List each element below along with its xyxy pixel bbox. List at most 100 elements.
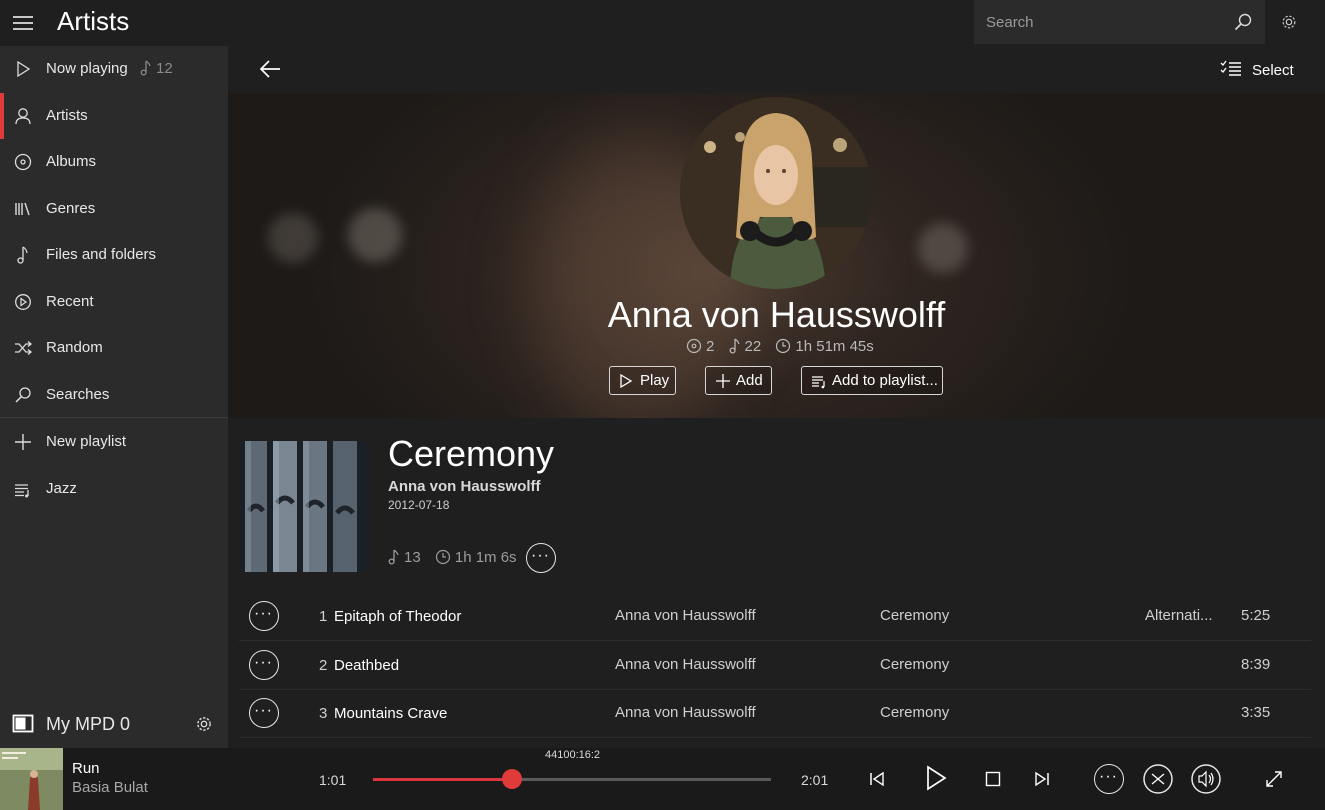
track-number: 2 — [319, 657, 328, 674]
album-duration: 1h 1m 6s — [435, 549, 517, 566]
music-note-icon — [13, 245, 33, 265]
add-to-playlist-button[interactable]: Add to playlist... — [801, 366, 943, 395]
play-icon — [620, 373, 633, 389]
album-title: Ceremony — [388, 433, 555, 474]
sidebar-item-albums[interactable]: Albums — [0, 139, 228, 185]
sidebar-item-genres[interactable]: Genres — [0, 186, 228, 232]
album-artist[interactable]: Anna von Hausswolff — [388, 478, 541, 495]
stop-button[interactable] — [985, 771, 1001, 787]
now-playing-count: 12 — [140, 60, 173, 77]
select-label: Select — [1252, 62, 1294, 79]
sidebar-item-label: Genres — [46, 200, 96, 217]
playback-mode-button[interactable] — [1143, 764, 1173, 794]
library-icon — [13, 199, 33, 219]
track-duration: 3:35 — [1241, 704, 1271, 721]
sidebar-item-label: Artists — [46, 107, 88, 124]
settings-gear-icon[interactable] — [1280, 13, 1298, 31]
track-name: Deathbed — [334, 657, 400, 674]
sidebar-item-random[interactable]: Random — [0, 325, 228, 371]
sidebar-item-artists[interactable]: Artists — [0, 93, 228, 139]
checklist-icon — [1220, 60, 1241, 76]
clock-icon — [435, 549, 450, 565]
album-track-count: 13 — [388, 549, 421, 566]
music-note-icon — [729, 338, 740, 354]
track-album: Ceremony — [880, 704, 950, 721]
track-count: 22 — [729, 338, 761, 355]
player-more-button[interactable] — [1094, 764, 1124, 794]
shuffle-icon — [13, 338, 33, 358]
album-count: 2 — [686, 338, 714, 355]
search-box[interactable] — [974, 0, 1265, 44]
track-name: Mountains Crave — [334, 705, 448, 722]
seek-handle[interactable] — [502, 769, 523, 789]
next-button[interactable] — [1034, 770, 1050, 788]
server-row[interactable]: My MPD 0 — [0, 700, 228, 748]
sidebar-item-now-playing[interactable]: Now playing 12 — [0, 46, 228, 92]
bokeh-light — [348, 208, 402, 262]
artist-hero: Anna von Hausswolff 2 22 1h 51m 45s Play… — [228, 93, 1325, 418]
total-time: 2:01 — [801, 772, 829, 788]
bokeh-light — [268, 213, 318, 263]
track-artist: Anna von Hausswolff — [615, 704, 756, 721]
sidebar: Now playing 12 Artists Albums Genres Fil… — [0, 46, 228, 700]
seek-bar[interactable] — [373, 769, 771, 789]
now-playing-album-art[interactable] — [0, 748, 63, 810]
crossfade-icon — [1143, 764, 1173, 794]
audio-format: 44100:16:2 — [545, 749, 601, 761]
sidebar-item-files-and-folders[interactable]: Files and folders — [0, 232, 228, 278]
now-playing-title: Run — [72, 760, 100, 777]
sidebar-item-label: Recent — [46, 293, 94, 310]
recent-icon — [13, 292, 33, 312]
track-more-button[interactable] — [249, 698, 279, 728]
player-bar: Run Basia Bulat 44100:16:2 1:01 2:01 — [0, 748, 1325, 810]
track-artist: Anna von Hausswolff — [615, 656, 756, 673]
back-arrow-icon[interactable] — [258, 58, 282, 80]
play-outline-icon — [13, 59, 33, 79]
sidebar-item-new-playlist[interactable]: New playlist — [0, 419, 228, 465]
sidebar-item-label: Searches — [46, 386, 110, 403]
artist-avatar — [680, 97, 872, 289]
search-input[interactable] — [974, 0, 1224, 44]
search-icon[interactable] — [1233, 12, 1253, 32]
top-bar: Artists — [0, 0, 1325, 46]
sidebar-item-jazz[interactable]: Jazz — [0, 466, 228, 512]
plus-icon — [716, 374, 730, 388]
main-content: Select Anna von Hausswolff 2 22 1h 51m 4… — [228, 46, 1325, 748]
album-stats: 13 1h 1m 6s — [388, 549, 527, 566]
sidebar-item-label: Random — [46, 339, 103, 356]
album-cover[interactable] — [239, 441, 370, 572]
track-album: Ceremony — [880, 607, 950, 624]
add-button[interactable]: Add — [705, 366, 772, 395]
sidebar-item-label: Now playing — [46, 60, 128, 77]
play-icon — [927, 765, 947, 791]
clock-icon — [776, 338, 791, 354]
playlist-add-icon — [812, 376, 825, 389]
sidebar-item-label: Albums — [46, 153, 97, 170]
artist-name: Anna von Hausswolff — [607, 294, 946, 335]
play-button[interactable]: Play — [609, 366, 676, 395]
bokeh-light — [918, 223, 968, 273]
play-pause-button[interactable] — [925, 765, 947, 791]
track-more-button[interactable] — [249, 650, 279, 680]
track-row[interactable]: 3 Mountains Crave Anna von Hausswolff Ce… — [239, 690, 1311, 738]
server-settings-gear-icon[interactable] — [195, 715, 213, 733]
fullscreen-button[interactable] — [1265, 770, 1283, 788]
track-genre: Alternati... — [1145, 607, 1213, 624]
track-row[interactable]: 1 Epitaph of Theodor Anna von Hausswolff… — [239, 593, 1311, 641]
sidebar-item-searches[interactable]: Searches — [0, 372, 228, 418]
track-duration: 8:39 — [1241, 656, 1271, 673]
sidebar-item-recent[interactable]: Recent — [0, 279, 228, 325]
music-note-icon — [388, 549, 399, 565]
track-more-button[interactable] — [249, 601, 279, 631]
server-name: My MPD 0 — [46, 714, 131, 734]
volume-button[interactable] — [1191, 764, 1221, 794]
seek-progress — [373, 778, 513, 781]
album-date: 2012-07-18 — [388, 498, 450, 512]
album-more-button[interactable] — [526, 543, 556, 573]
total-duration: 1h 51m 45s — [775, 338, 874, 355]
sidebar-item-label: Files and folders — [46, 246, 157, 263]
previous-button[interactable] — [869, 770, 885, 788]
track-row[interactable]: 2 Deathbed Anna von Hausswolff Ceremony … — [239, 642, 1311, 690]
track-number: 1 — [319, 608, 328, 625]
hamburger-menu-icon[interactable] — [11, 11, 35, 35]
